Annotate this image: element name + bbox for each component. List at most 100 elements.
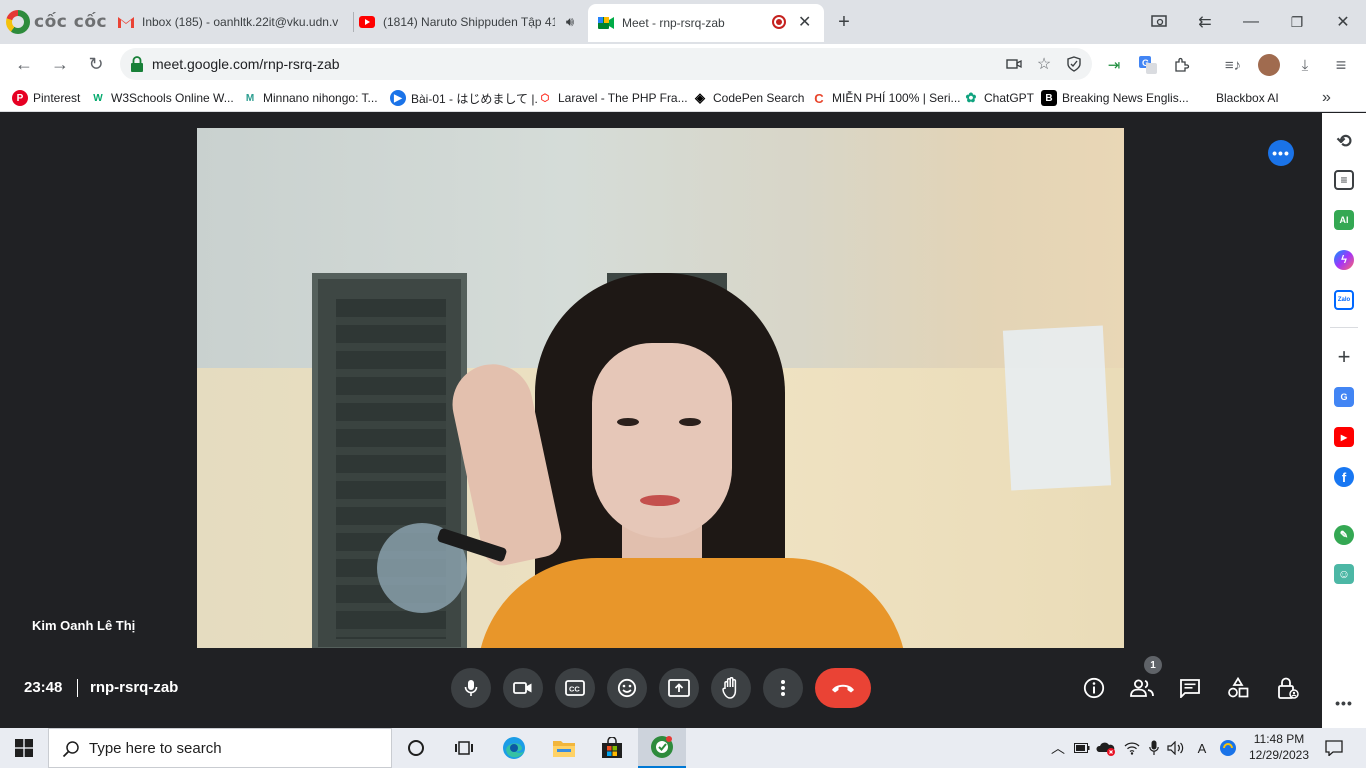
camera-in-use-icon[interactable] xyxy=(1004,54,1024,74)
camera-button[interactable] xyxy=(503,668,543,708)
bookmark-star-icon[interactable]: ☆ xyxy=(1034,54,1054,74)
add-sidebar-app-icon[interactable]: + xyxy=(1334,344,1354,369)
people-button[interactable] xyxy=(1127,673,1157,703)
captions-button[interactable]: CC xyxy=(555,668,595,708)
new-tab-icon[interactable]: + xyxy=(830,8,858,36)
coccoc-tray-icon[interactable] xyxy=(1218,738,1238,758)
onedrive-error-icon[interactable] xyxy=(1096,738,1116,758)
clock-date: 12/29/2023 xyxy=(1248,748,1310,762)
speaker-icon[interactable]: 🔊︎ xyxy=(556,8,584,36)
windows-taskbar: Type here to search ︿ A 11:48 PM 12/29/2… xyxy=(0,728,1366,768)
notifications-icon[interactable] xyxy=(1324,738,1344,758)
coccoc-taskbar-icon[interactable] xyxy=(638,728,686,768)
sidebar-more-icon[interactable]: ••• xyxy=(1334,693,1354,713)
forward-icon[interactable]: → xyxy=(46,50,74,78)
menu-icon[interactable]: ≡ xyxy=(1330,54,1352,76)
leave-call-button[interactable] xyxy=(815,668,871,708)
meeting-details-button[interactable] xyxy=(1079,673,1109,703)
login-extension-icon[interactable]: ⇥ xyxy=(1103,54,1125,76)
profile-avatar[interactable] xyxy=(1258,54,1280,76)
minimize-icon[interactable]: — xyxy=(1237,8,1265,36)
edge-icon[interactable] xyxy=(498,732,530,764)
messenger-icon[interactable]: ϟ xyxy=(1334,250,1354,270)
file-explorer-icon[interactable] xyxy=(548,732,580,764)
bookmark-chatgpt[interactable]: ✿ ChatGPT xyxy=(963,88,1034,108)
meeting-time: 23:48 xyxy=(24,679,63,696)
present-screen-button[interactable] xyxy=(659,668,699,708)
bookmark-label: Breaking News Englis... xyxy=(1062,91,1189,105)
gmail-icon xyxy=(118,14,134,30)
host-controls-button[interactable] xyxy=(1273,673,1303,703)
restore-icon[interactable]: ❐ xyxy=(1283,8,1311,36)
shield-icon[interactable] xyxy=(1064,54,1084,74)
tab-search-icon[interactable] xyxy=(1145,8,1173,36)
back-icon[interactable]: ← xyxy=(10,50,38,78)
extensions-puzzle-icon[interactable] xyxy=(1171,54,1193,76)
reading-list-icon[interactable]: ≡ xyxy=(1334,170,1354,190)
zalo-icon[interactable]: Zalo xyxy=(1334,290,1354,310)
history-icon[interactable]: ⟲ xyxy=(1334,131,1354,151)
participant-video-tile[interactable] xyxy=(197,128,1124,648)
bookmark-pinterest[interactable]: P Pinterest xyxy=(12,88,80,108)
battery-icon[interactable] xyxy=(1072,738,1092,758)
google-translate-icon[interactable]: G xyxy=(1334,387,1354,407)
notes-icon[interactable]: ✎ xyxy=(1334,525,1354,545)
bookmarks-bar: P Pinterest W W3Schools Online W... M Mi… xyxy=(0,84,1366,112)
back-forward-icon[interactable]: ⇇ xyxy=(1191,8,1219,36)
taskbar-clock[interactable]: 11:48 PM 12/29/2023 xyxy=(1246,731,1312,763)
more-bookmarks-icon[interactable]: » xyxy=(1322,88,1331,108)
more-options-button[interactable]: ••• xyxy=(1268,140,1294,166)
tab-title: (1814) Naruto Shippuden Tập 41 xyxy=(383,15,555,29)
more-actions-button[interactable] xyxy=(763,668,803,708)
bookmark-breaking-news[interactable]: B Breaking News Englis... xyxy=(1041,88,1189,108)
coccoc-logo-icon xyxy=(6,10,30,34)
download-icon[interactable]: ⤓ xyxy=(1294,54,1316,76)
lock-icon xyxy=(130,56,144,72)
raise-hand-button[interactable] xyxy=(711,668,751,708)
bookmark-blackbox[interactable]: Blackbox AI xyxy=(1195,88,1279,108)
microsoft-store-icon[interactable] xyxy=(596,732,628,764)
youtube-sidebar-icon[interactable]: ▶ xyxy=(1334,427,1354,447)
tab-meet[interactable]: Meet - rnp-rsrq-zab ✕ xyxy=(588,4,824,42)
microphone-tray-icon[interactable] xyxy=(1144,738,1164,758)
ai-assistant-icon[interactable]: AI xyxy=(1334,210,1354,230)
address-bar[interactable]: meet.google.com/rnp-rsrq-zab ☆ xyxy=(120,48,1092,80)
bookmark-label: CodePen Search xyxy=(713,91,805,105)
game-mascot-icon[interactable]: ☺ xyxy=(1334,564,1354,584)
media-controls-icon[interactable]: ≡♪ xyxy=(1222,54,1244,76)
close-tab-icon[interactable]: ✕ xyxy=(798,12,811,32)
reload-icon[interactable]: ↻ xyxy=(82,50,110,78)
taskbar-search-box[interactable]: Type here to search xyxy=(48,728,392,768)
reactions-button[interactable] xyxy=(607,668,647,708)
task-view-icon[interactable] xyxy=(448,732,480,764)
activities-button[interactable] xyxy=(1223,673,1253,703)
bookmark-laravel[interactable]: ⬡ Laravel - The PHP Fra... xyxy=(537,88,688,108)
chat-button[interactable] xyxy=(1175,673,1205,703)
tab-separator xyxy=(353,12,354,32)
volume-icon[interactable] xyxy=(1166,738,1186,758)
coccoc-sidebar: ⟲ ≡ AI ϟ Zalo + G ▶ f ✎ ☺ ••• xyxy=(1322,113,1366,728)
tab-gmail[interactable]: Inbox (185) - oanhltk.22it@vku.udn.v xyxy=(108,4,353,40)
meet-call-area: ••• Kim Oanh Lê Thị 23:48 rnp-rsrq-zab C… xyxy=(0,113,1322,728)
bookmark-label: Pinterest xyxy=(33,91,81,105)
translate-extension-icon[interactable]: G xyxy=(1137,54,1159,76)
bookmark-mien-phi[interactable]: C MIỄN PHÍ 100% | Seri... xyxy=(811,88,961,108)
windows-start-button[interactable] xyxy=(0,728,48,768)
tab-youtube[interactable]: (1814) Naruto Shippuden Tập 41 xyxy=(355,4,555,40)
c-icon: C xyxy=(811,90,827,106)
facebook-icon[interactable]: f xyxy=(1334,467,1354,487)
cortana-icon[interactable] xyxy=(400,732,432,764)
bookmark-bai-01[interactable]: ▶ Bài-01 - はじめまして |... xyxy=(390,88,544,108)
captions-icon: CC xyxy=(565,680,585,696)
wifi-icon[interactable] xyxy=(1122,738,1142,758)
input-method-indicator[interactable]: A xyxy=(1192,738,1212,758)
show-hidden-icons[interactable]: ︿ xyxy=(1048,738,1068,758)
bookmark-w3schools[interactable]: W W3Schools Online W... xyxy=(90,88,234,108)
window-close-icon[interactable]: ✕ xyxy=(1329,8,1357,36)
bookmark-minnano[interactable]: M Minnano nihongo: T... xyxy=(242,88,378,108)
coccoc-logo[interactable]: cốc cốc xyxy=(6,8,107,36)
tab-title: Meet - rnp-rsrq-zab xyxy=(622,16,725,30)
codepen-icon: ◈ xyxy=(692,90,708,106)
bookmark-codepen[interactable]: ◈ CodePen Search xyxy=(692,88,804,108)
microphone-button[interactable] xyxy=(451,668,491,708)
